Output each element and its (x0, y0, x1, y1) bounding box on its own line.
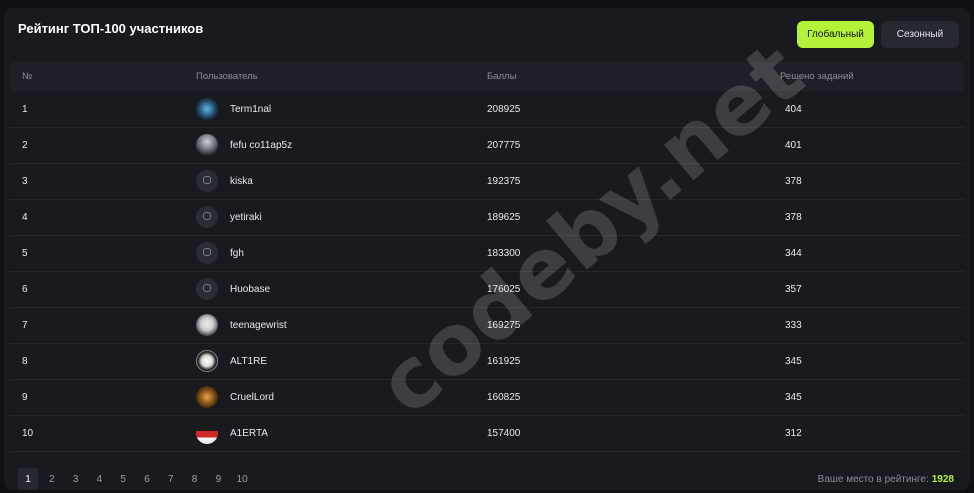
username[interactable]: A1ERTA (230, 416, 268, 451)
column-solved: Решено заданий (780, 71, 854, 82)
table-row[interactable]: 1 Term1nal 208925 404 (10, 92, 964, 128)
rank-cell: 4 (22, 212, 28, 223)
page-2[interactable]: 2 (42, 468, 62, 490)
score-cell: 169275 (487, 320, 521, 331)
flag-avatar (196, 422, 218, 444)
solved-cell: 401 (785, 140, 802, 151)
table-row[interactable]: 3 kiska 192375 378 (10, 164, 964, 200)
score-cell: 157400 (487, 428, 521, 439)
user-placeholder-icon (203, 176, 211, 184)
page-4[interactable]: 4 (89, 468, 109, 490)
default-avatar (196, 206, 218, 228)
score-cell: 176025 (487, 284, 521, 295)
column-rank: № (22, 71, 33, 82)
cartoon-avatar (196, 314, 218, 336)
column-user: Пользователь (196, 71, 258, 82)
score-cell: 161925 (487, 356, 521, 367)
table-row[interactable]: 10 A1ERTA 157400 312 (10, 416, 964, 452)
solved-cell: 357 (785, 284, 802, 295)
default-avatar (196, 242, 218, 264)
page-1[interactable]: 1 (18, 468, 38, 490)
rank-cell: 3 (22, 176, 28, 187)
solved-cell: 344 (785, 248, 802, 259)
table-row[interactable]: 5 fgh 183300 344 (10, 236, 964, 272)
username[interactable]: ALT1RE (230, 344, 267, 379)
rank-cell: 8 (22, 356, 28, 367)
solved-cell: 312 (785, 428, 802, 439)
table-row[interactable]: 4 yetiraki 189625 378 (10, 200, 964, 236)
solved-cell: 333 (785, 320, 802, 331)
rank-cell: 6 (22, 284, 28, 295)
rank-cell: 5 (22, 248, 28, 259)
user-placeholder-icon (203, 212, 211, 220)
leaderboard-panel: Рейтинг ТОП-100 участников Глобальный Се… (4, 8, 970, 490)
wings-avatar (196, 386, 218, 408)
solved-cell: 345 (785, 392, 802, 403)
page-title: Рейтинг ТОП-100 участников (18, 21, 204, 36)
my-place-value: 1928 (931, 474, 954, 485)
username[interactable]: Huobase (230, 272, 270, 307)
score-cell: 189625 (487, 212, 521, 223)
table-row[interactable]: 7 teenagewrist 169275 333 (10, 308, 964, 344)
page-7[interactable]: 7 (161, 468, 181, 490)
emblem-avatar (196, 350, 218, 372)
table-row[interactable]: 9 CruelLord 160825 345 (10, 380, 964, 416)
photo-avatar (196, 134, 218, 156)
rank-cell: 10 (22, 428, 34, 439)
my-place-label: Ваше место в рейтинге: (817, 474, 929, 485)
user-placeholder-icon (203, 284, 211, 292)
solved-cell: 378 (785, 212, 802, 223)
pagination: 1 2 3 4 5 6 7 8 9 10 (18, 468, 256, 492)
username[interactable]: Term1nal (230, 92, 271, 127)
page-3[interactable]: 3 (66, 468, 86, 490)
page-5[interactable]: 5 (113, 468, 133, 490)
default-avatar (196, 170, 218, 192)
table-row[interactable]: 6 Huobase 176025 357 (10, 272, 964, 308)
table-row[interactable]: 2 fefu co11ap5z 207775 401 (10, 128, 964, 164)
waveform-avatar (196, 98, 218, 120)
rank-cell: 2 (22, 140, 28, 151)
solved-cell: 345 (785, 356, 802, 367)
table-body: 1 Term1nal 208925 404 2 fefu co11ap5z 207… (10, 92, 964, 452)
score-cell: 207775 (487, 140, 521, 151)
username[interactable]: teenagewrist (230, 308, 287, 343)
score-cell: 160825 (487, 392, 521, 403)
page-10[interactable]: 10 (232, 468, 252, 490)
score-cell: 183300 (487, 248, 521, 259)
solved-cell: 378 (785, 176, 802, 187)
solved-cell: 404 (785, 104, 802, 115)
my-place: Ваше место в рейтинге: 1928 (818, 474, 954, 485)
table-header: № Пользователь Баллы Решено заданий (10, 62, 964, 91)
username[interactable]: kiska (230, 164, 253, 199)
username[interactable]: yetiraki (230, 200, 262, 235)
score-cell: 208925 (487, 104, 521, 115)
tab-global[interactable]: Глобальный (797, 21, 874, 48)
table-row[interactable]: 8 ALT1RE 161925 345 (10, 344, 964, 380)
page-6[interactable]: 6 (137, 468, 157, 490)
username[interactable]: CruelLord (230, 380, 274, 415)
username[interactable]: fefu co11ap5z (230, 128, 292, 163)
username[interactable]: fgh (230, 236, 244, 271)
rank-cell: 1 (22, 104, 28, 115)
tab-season[interactable]: Сезонный (881, 21, 959, 48)
rank-cell: 9 (22, 392, 28, 403)
score-cell: 192375 (487, 176, 521, 187)
column-score: Баллы (487, 71, 517, 82)
page-9[interactable]: 9 (208, 468, 228, 490)
default-avatar (196, 278, 218, 300)
rank-cell: 7 (22, 320, 28, 331)
page-8[interactable]: 8 (185, 468, 205, 490)
user-placeholder-icon (203, 248, 211, 256)
